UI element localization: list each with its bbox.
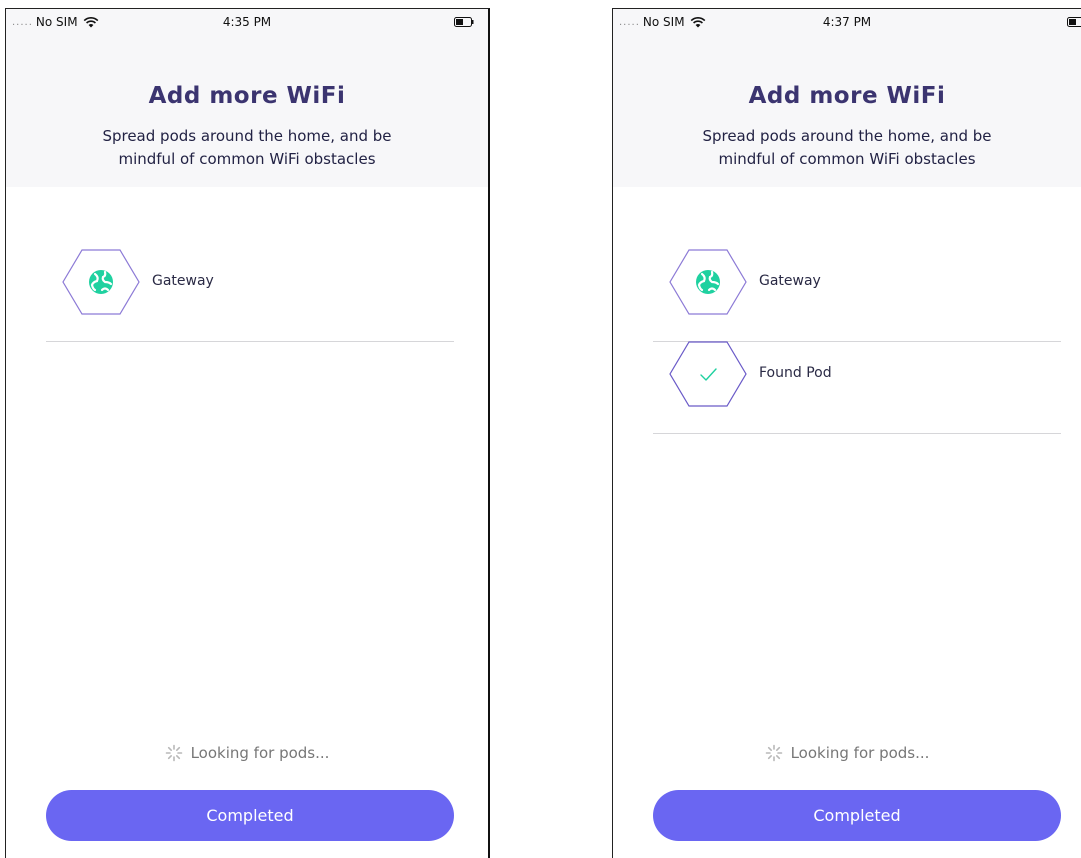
page-title: Add more WiFi: [148, 83, 346, 109]
status-time: 4:37 PM: [822, 15, 872, 29]
spinner-icon: [165, 744, 182, 762]
looking-status: Looking for pods...: [613, 744, 1081, 762]
device-label: Found Pod: [759, 365, 832, 381]
looking-status: Looking for pods...: [6, 744, 488, 762]
status-bar: ..... No SIM 4:37 PM: [613, 9, 1081, 37]
subtitle-line-2: mindful of common WiFi obstacles: [118, 150, 376, 168]
status-time: 4:35 PM: [222, 15, 272, 29]
phone-screen-1: ..... No SIM 4:35 PM Add more WiFi Sprea…: [5, 8, 490, 858]
looking-label: Looking for pods...: [190, 744, 330, 762]
completed-button[interactable]: Completed: [46, 790, 454, 841]
completed-button[interactable]: Completed: [653, 790, 1061, 841]
phone-screen-2: ..... No SIM 4:37 PM Add more WiFi Sprea…: [612, 8, 1081, 858]
battery-icon: [454, 17, 474, 27]
page-header: Add more WiFi Spread pods around the hom…: [613, 37, 1081, 187]
looking-label: Looking for pods...: [790, 744, 930, 762]
device-row-gateway[interactable]: Gateway: [46, 249, 454, 342]
page-title: Add more WiFi: [748, 83, 946, 109]
device-label: Gateway: [152, 273, 214, 289]
device-label: Gateway: [759, 273, 821, 289]
device-row-gateway[interactable]: Gateway: [653, 249, 1061, 342]
hexagon-frame: [62, 249, 140, 315]
page-subtitle: Spread pods around the home, and be mind…: [613, 125, 1081, 171]
subtitle-line-2: mindful of common WiFi obstacles: [718, 150, 976, 168]
battery-icon: [1067, 17, 1081, 27]
status-bar: ..... No SIM 4:35 PM: [6, 9, 488, 37]
hexagon-frame: [669, 249, 747, 315]
page-header: Add more WiFi Spread pods around the hom…: [6, 37, 488, 187]
hexagon-frame: [669, 341, 747, 407]
globe-icon: [89, 270, 113, 294]
page-subtitle: Spread pods around the home, and be mind…: [6, 125, 488, 171]
spinner-icon: [765, 744, 782, 762]
subtitle-line-1: Spread pods around the home, and be: [702, 127, 992, 145]
device-row-found-pod[interactable]: Found Pod: [653, 341, 1061, 434]
subtitle-line-1: Spread pods around the home, and be: [102, 127, 392, 145]
globe-icon: [696, 270, 720, 294]
